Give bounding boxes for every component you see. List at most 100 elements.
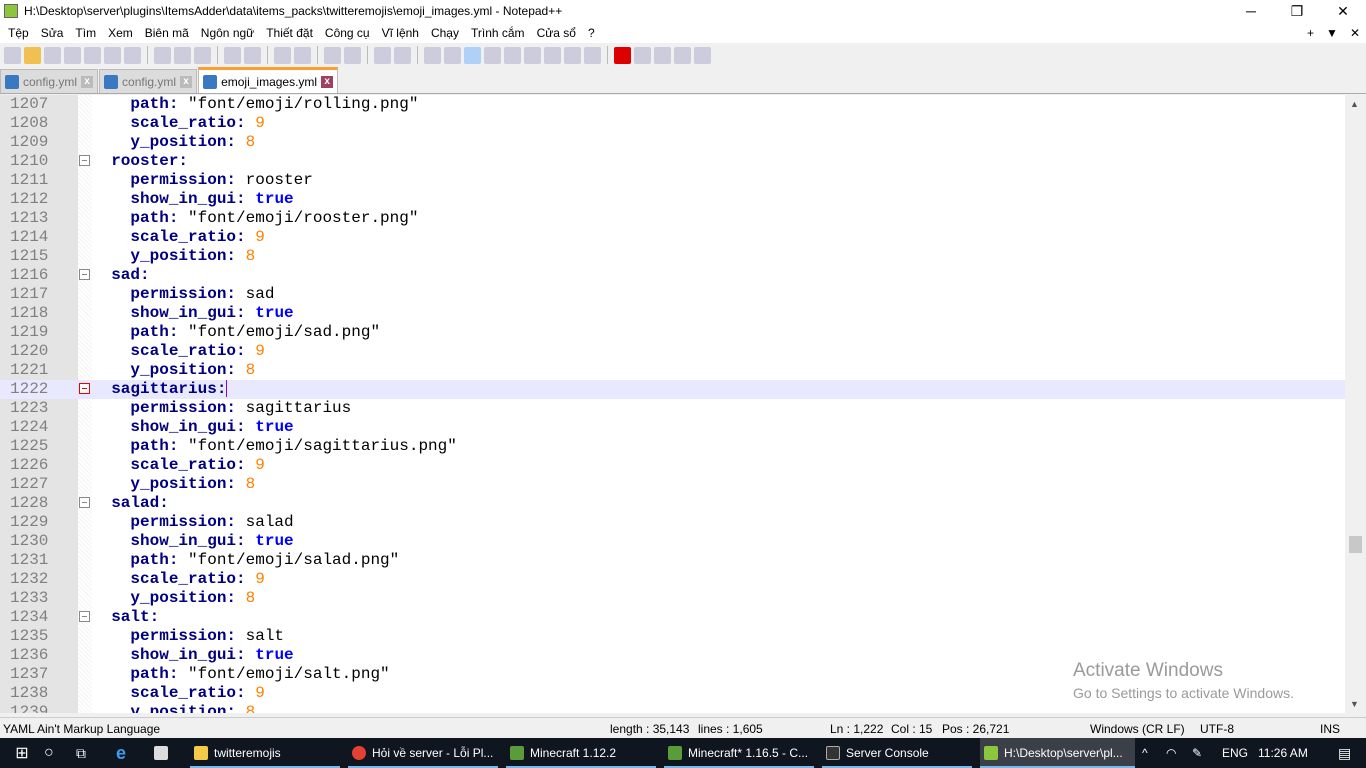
code-line[interactable]: 1229 permission: salad	[0, 513, 1345, 532]
menu-plugins[interactable]: Trình cắm	[465, 26, 531, 40]
code-line[interactable]: 1223 permission: sagittarius	[0, 399, 1345, 418]
scroll-up-icon[interactable]: ▲	[1350, 99, 1359, 109]
doc-map-icon[interactable]	[504, 46, 521, 64]
notifications-icon[interactable]: ▤	[1338, 738, 1351, 768]
code-line[interactable]: 1226 scale_ratio: 9	[0, 456, 1345, 475]
zoom-in-icon[interactable]	[324, 46, 341, 64]
menu-tools[interactable]: Công cụ	[319, 26, 376, 40]
play-macro-icon[interactable]	[654, 46, 671, 64]
taskbar-server-console[interactable]: Server Console	[822, 738, 972, 768]
maximize-button[interactable]: ❐	[1274, 0, 1320, 22]
tab-config-2[interactable]: config.yml x	[99, 69, 198, 93]
code-line[interactable]: 1215 y_position: 8	[0, 247, 1345, 266]
menu-settings[interactable]: Thiết đặt	[260, 26, 319, 40]
code-line[interactable]: 1221 y_position: 8	[0, 361, 1345, 380]
monitoring-icon[interactable]	[584, 46, 601, 64]
code-line[interactable]: 1228 salad:	[0, 494, 1345, 513]
cut-icon[interactable]	[154, 46, 171, 64]
taskbar-minecraft-1[interactable]: Minecraft 1.12.2	[506, 738, 656, 768]
code-line[interactable]: 1233 y_position: 8	[0, 589, 1345, 608]
start-button[interactable]: ⊞	[0, 738, 40, 768]
code-line[interactable]: 1212 show_in_gui: true	[0, 190, 1345, 209]
code-line[interactable]: 1224 show_in_gui: true	[0, 418, 1345, 437]
code-line[interactable]: 1208 scale_ratio: 9	[0, 114, 1345, 133]
code-line[interactable]: 1235 permission: salt	[0, 627, 1345, 646]
code-line[interactable]: 1210 rooster:	[0, 152, 1345, 171]
close-tab-icon[interactable]: x	[81, 75, 94, 88]
taskbar-minecraft-2[interactable]: Minecraft* 1.16.5 - C...	[664, 738, 814, 768]
save-icon[interactable]	[44, 46, 61, 64]
close-tab-icon[interactable]: x	[180, 75, 193, 88]
record-macro-icon[interactable]	[614, 46, 631, 64]
menu-edit[interactable]: Sửa	[35, 26, 70, 40]
task-view-icon[interactable]: ⧉	[72, 738, 106, 768]
sync-horizontal-icon[interactable]	[394, 46, 411, 64]
stop-macro-icon[interactable]	[634, 46, 651, 64]
udl-icon[interactable]	[484, 46, 501, 64]
fold-toggle-icon[interactable]	[79, 155, 90, 166]
code-line[interactable]: 1231 path: "font/emoji/salad.png"	[0, 551, 1345, 570]
doc-list-icon[interactable]	[524, 46, 541, 64]
menu-file[interactable]: Tệp	[2, 26, 35, 40]
word-wrap-icon[interactable]	[424, 46, 441, 64]
menu-search[interactable]: Tìm	[69, 26, 102, 40]
paste-icon[interactable]	[194, 46, 211, 64]
code-line[interactable]: 1232 scale_ratio: 9	[0, 570, 1345, 589]
menu-window[interactable]: Cửa sổ	[531, 26, 582, 40]
code-line[interactable]: 1217 permission: sad	[0, 285, 1345, 304]
taskbar-chrome[interactable]: Hỏi về server - Lỗi Pl...	[348, 738, 498, 768]
wifi-icon[interactable]: ◠	[1166, 738, 1176, 768]
store-icon[interactable]	[150, 738, 184, 768]
code-line[interactable]: 1220 scale_ratio: 9	[0, 342, 1345, 361]
tray-overflow-icon[interactable]: ^	[1142, 738, 1148, 768]
code-line[interactable]: 1209 y_position: 8	[0, 133, 1345, 152]
code-line[interactable]: 1216 sad:	[0, 266, 1345, 285]
save-macro-icon[interactable]	[694, 46, 711, 64]
menu-run[interactable]: Chạy	[425, 26, 465, 40]
function-list-icon[interactable]	[544, 46, 561, 64]
print-icon[interactable]	[124, 46, 141, 64]
undo-icon[interactable]	[224, 46, 241, 64]
close-doc-button[interactable]: ✕	[1344, 26, 1366, 40]
clock[interactable]: 11:26 AM	[1258, 738, 1308, 768]
pen-icon[interactable]: ✎	[1192, 738, 1202, 768]
fold-toggle-icon[interactable]	[79, 269, 90, 280]
code-line[interactable]: 1222 sagittarius:	[0, 380, 1345, 399]
zoom-out-icon[interactable]	[344, 46, 361, 64]
menu-view[interactable]: Xem	[102, 26, 139, 40]
show-all-chars-icon[interactable]	[444, 46, 461, 64]
code-line[interactable]: 1213 path: "font/emoji/rooster.png"	[0, 209, 1345, 228]
code-line[interactable]: 1225 path: "font/emoji/sagittarius.png"	[0, 437, 1345, 456]
code-editor[interactable]: 1207 path: "font/emoji/rolling.png" 1208 …	[0, 95, 1366, 713]
replace-icon[interactable]	[294, 46, 311, 64]
taskbar-notepadpp[interactable]: H:\Desktop\server\pl...	[980, 738, 1135, 768]
scrollbar-thumb[interactable]	[1349, 536, 1362, 553]
find-icon[interactable]	[274, 46, 291, 64]
tab-list-button[interactable]: ▼	[1320, 26, 1344, 40]
close-tab-icon[interactable]: x	[321, 75, 334, 88]
code-line[interactable]: 1207 path: "font/emoji/rolling.png"	[0, 95, 1345, 114]
copy-icon[interactable]	[174, 46, 191, 64]
edge-icon[interactable]: e	[112, 738, 146, 768]
indent-guide-icon[interactable]	[464, 46, 481, 64]
open-file-icon[interactable]	[24, 46, 41, 64]
close-icon[interactable]	[84, 46, 101, 64]
code-line[interactable]: 1239 y_position: 8	[0, 703, 1345, 713]
save-all-icon[interactable]	[64, 46, 81, 64]
scroll-down-icon[interactable]: ▼	[1350, 699, 1359, 709]
input-language[interactable]: ENG	[1222, 738, 1248, 768]
fold-toggle-icon[interactable]	[79, 611, 90, 622]
code-line[interactable]: 1218 show_in_gui: true	[0, 304, 1345, 323]
code-line[interactable]: 1227 y_position: 8	[0, 475, 1345, 494]
taskbar-explorer[interactable]: twitteremojis	[190, 738, 340, 768]
menu-language[interactable]: Ngôn ngữ	[195, 26, 260, 40]
vertical-scrollbar[interactable]: ▲ ▼	[1345, 95, 1366, 713]
menu-help[interactable]: ?	[582, 26, 601, 40]
fold-toggle-icon[interactable]	[79, 497, 90, 508]
code-line[interactable]: 1230 show_in_gui: true	[0, 532, 1345, 551]
code-line[interactable]: 1219 path: "font/emoji/sad.png"	[0, 323, 1345, 342]
menu-macro[interactable]: Vĩ lệnh	[376, 26, 425, 40]
new-tab-button[interactable]: +	[1301, 26, 1320, 40]
new-file-icon[interactable]	[4, 46, 21, 64]
close-button[interactable]: ✕	[1320, 0, 1366, 22]
